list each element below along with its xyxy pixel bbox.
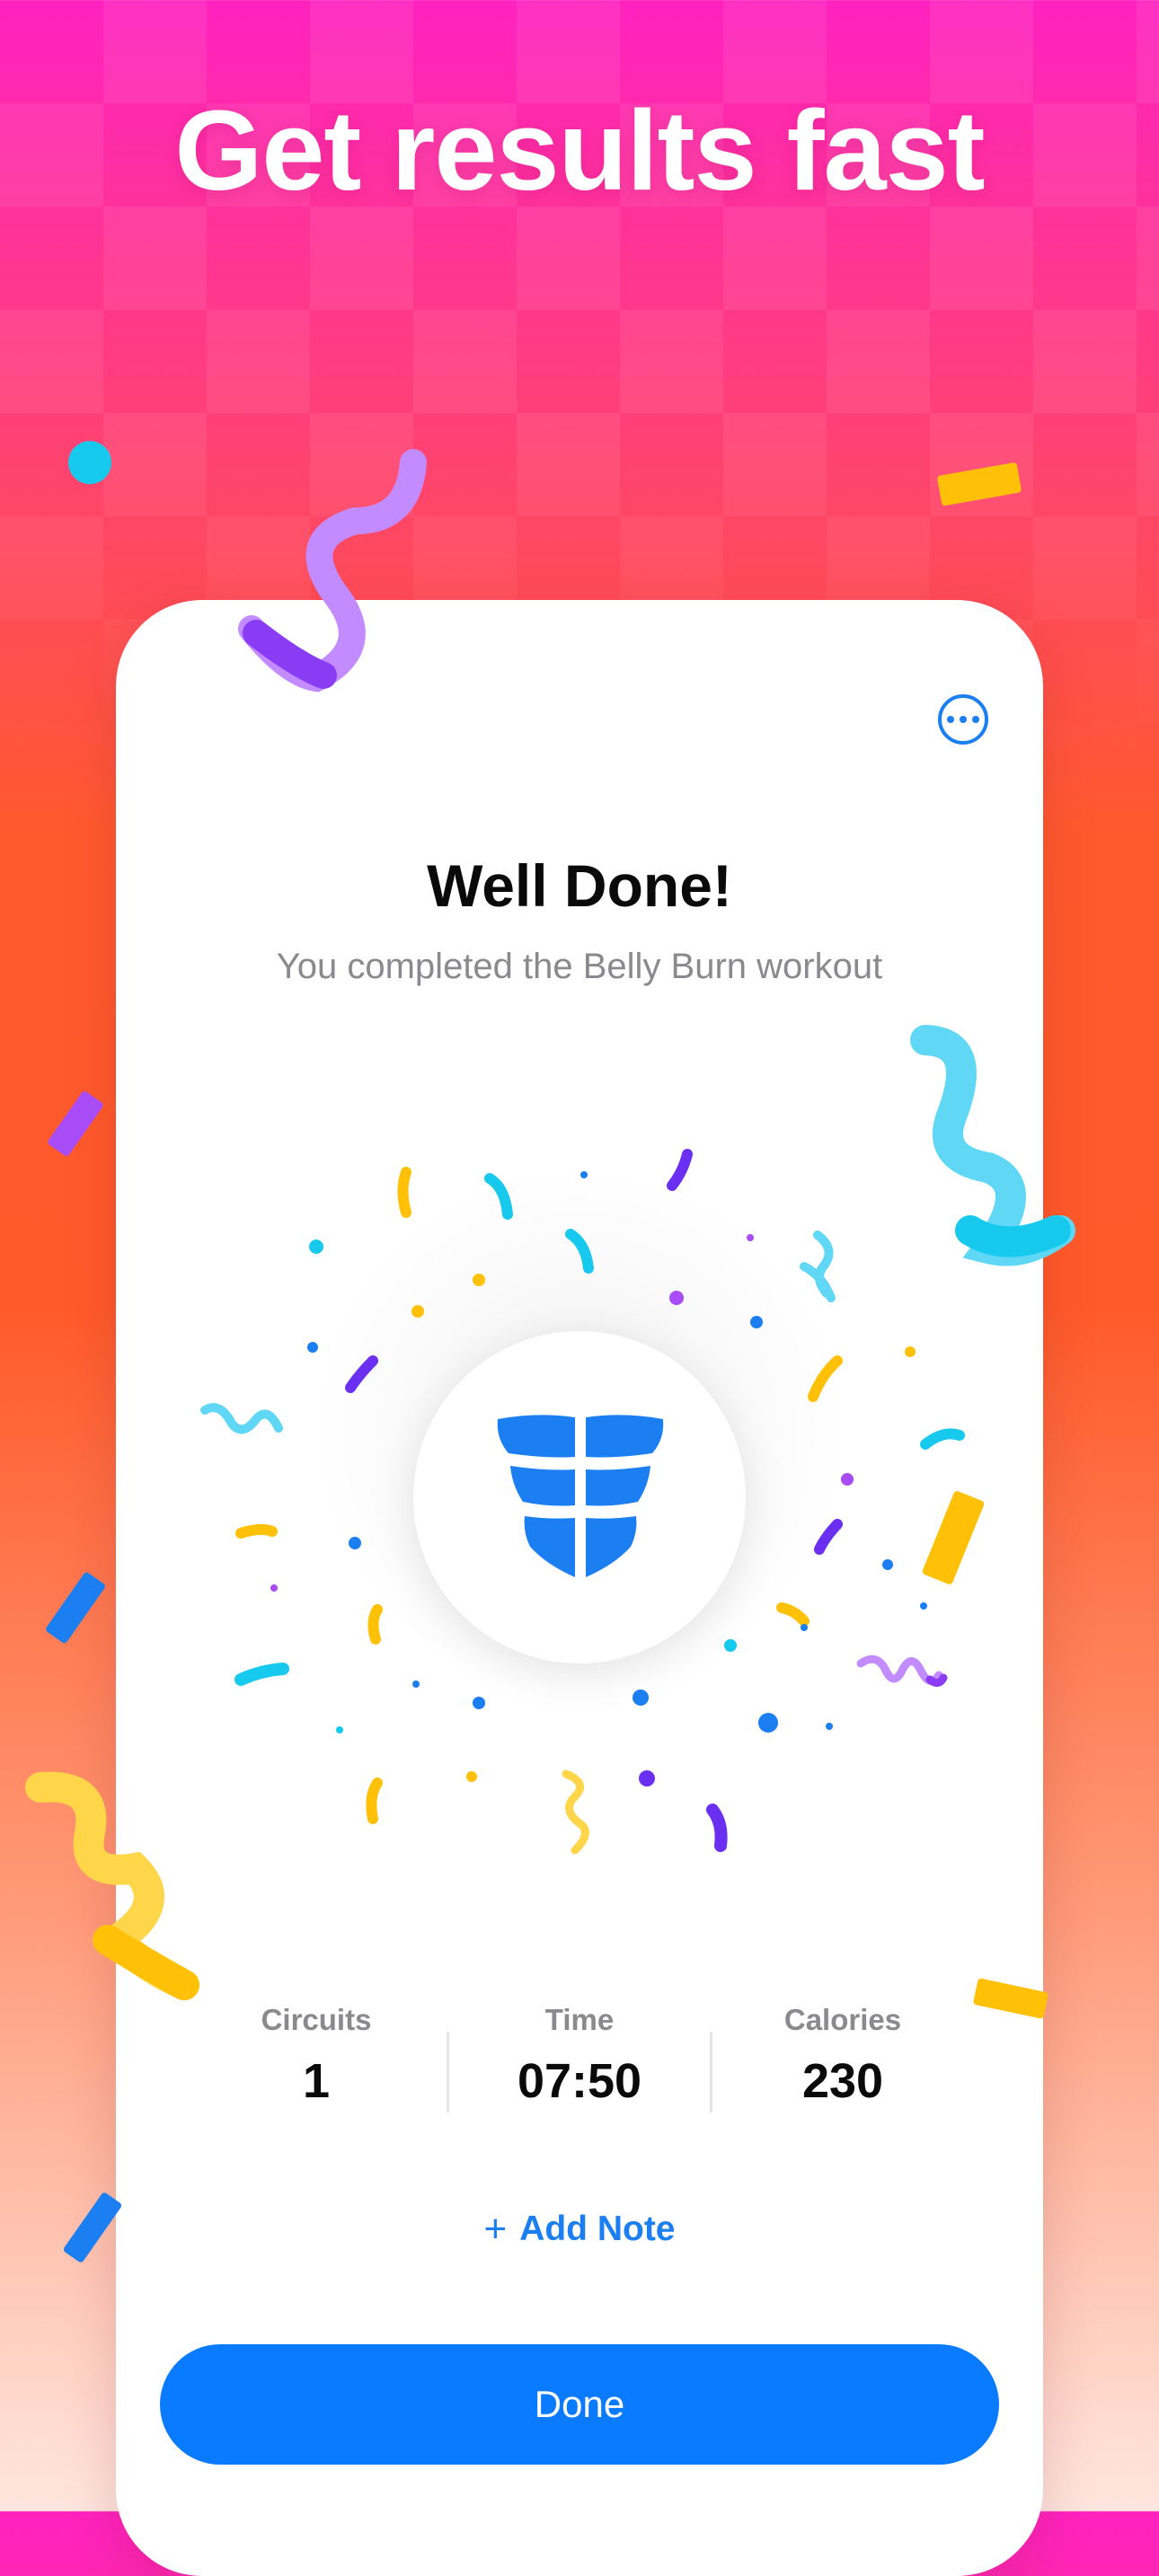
done-button[interactable]: Done xyxy=(160,2344,999,2465)
stat-time: Time 07:50 xyxy=(448,2003,711,2109)
stat-label: Circuits xyxy=(261,2003,372,2036)
stat-value: 1 xyxy=(302,2054,331,2108)
marketing-headline: Get results fast xyxy=(174,87,985,214)
stat-label: Calories xyxy=(783,2003,902,2036)
add-note-label: Add Note xyxy=(519,2210,676,2248)
stat-value: 07:50 xyxy=(517,2054,642,2108)
stat-label: Time xyxy=(544,2003,615,2036)
plus-icon: + xyxy=(483,2207,508,2251)
more-options-button[interactable] xyxy=(938,694,988,745)
completion-subtitle: You completed the Belly Burn workout xyxy=(276,947,883,986)
stat-value: 230 xyxy=(801,2054,884,2108)
stat-calories: Calories 230 xyxy=(712,2003,974,2109)
stat-circuits: Circuits 1 xyxy=(185,2003,447,2109)
add-note-button[interactable]: + Add Note xyxy=(467,2202,692,2256)
completion-title: Well Done! xyxy=(427,852,732,919)
ellipsis-icon xyxy=(947,716,954,723)
abs-icon xyxy=(497,1415,664,1577)
